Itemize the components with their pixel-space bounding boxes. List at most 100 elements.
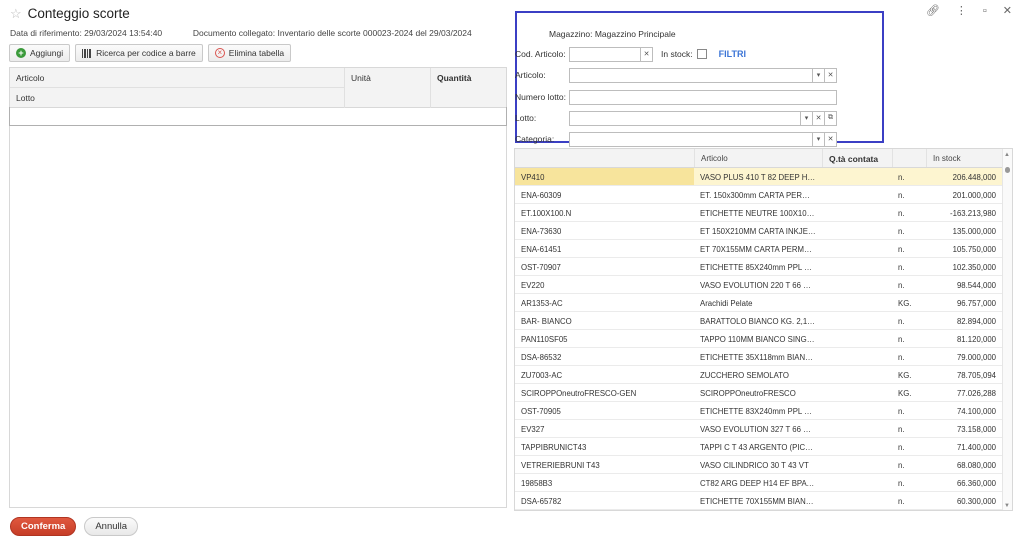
in-stock-checkbox[interactable] [696, 49, 707, 59]
confirm-button[interactable]: Conferma [10, 517, 77, 536]
row-code: ENA-60309 [521, 191, 562, 200]
cancel-button[interactable]: Annulla [84, 517, 139, 536]
row-code: ET.100X100.N [521, 209, 572, 218]
row-unit: n. [898, 461, 905, 470]
clear-icon[interactable]: ✕ [641, 46, 653, 62]
clear-table-button[interactable]: × Elimina tabella [207, 44, 292, 62]
col-lotto-header[interactable]: Lotto [10, 88, 344, 108]
row-articolo: ET. 150x300mm CARTA PERMA... [700, 191, 821, 200]
stock-table: Articolo Q.tà contata In stock VP410 VASO… [514, 148, 1013, 511]
warehouse-label: Magazzino: Magazzino Principale [549, 29, 676, 39]
lotto-filter-row: Lotto: ▾ ✕ ⧉ [515, 110, 837, 126]
open-lookup-icon[interactable]: ⧉ [825, 110, 837, 126]
row-qta-contata [822, 348, 892, 365]
row-qta-contata [822, 186, 892, 203]
row-unit: n. [898, 407, 905, 416]
table-row[interactable]: VETRERIEBRUNI T43 VASO CILINDRICO 30 T 43… [515, 456, 1012, 474]
scroll-thumb[interactable] [1005, 167, 1010, 173]
row-articolo: ETICHETTE 35X118mm BIANCO... [700, 353, 822, 362]
categoria-select[interactable] [569, 131, 813, 147]
row-in-stock: 79.000,000 [956, 353, 996, 362]
col-unita-header[interactable]: Unità [344, 68, 430, 108]
add-button[interactable]: + Aggiungi [9, 44, 71, 62]
row-code: 19858B3 [521, 479, 553, 488]
numero-lotto-input[interactable] [569, 89, 837, 105]
stock-table-body: VP410 VASO PLUS 410 T 82 DEEP H 1... n. 206… [515, 168, 1012, 510]
row-code: AR1353-AC [521, 299, 563, 308]
table-row[interactable]: EV220 VASO EVOLUTION 220 T 66 DE... n. 98.5… [515, 276, 1012, 294]
table-row[interactable]: ENA-60309 ET. 150x300mm CARTA PERMA... n. 2… [515, 186, 1012, 204]
table-row[interactable]: BAR- BIANCO BARATTOLO BIANCO KG. 2,1 G...… [515, 312, 1012, 330]
row-unit: n. [898, 317, 905, 326]
row-qta-contata [822, 312, 892, 329]
table-row[interactable]: VP410 VASO PLUS 410 T 82 DEEP H 1... n. 206… [515, 168, 1012, 186]
col-unit-header[interactable] [892, 149, 926, 167]
row-articolo: ET 150X210MM CARTA INKJET ... [700, 227, 822, 236]
row-unit: n. [898, 245, 905, 254]
row-articolo: TAPPO 110MM BIANCO SINGLE... [700, 335, 822, 344]
link-icon[interactable]: 🔗︎ [926, 6, 940, 17]
delete-icon: × [214, 48, 225, 58]
row-articolo: Arachidi Pelate [700, 299, 753, 308]
table-row[interactable]: DSA-86532 ETICHETTE 35X118mm BIANCO... n. 7… [515, 348, 1012, 366]
row-in-stock: 73.158,000 [956, 425, 996, 434]
articolo-filter-row: Articolo: ▾ ✕ [515, 67, 837, 83]
more-vertical-icon[interactable]: ⋮ [956, 6, 967, 17]
row-in-stock: -163.213,980 [950, 209, 996, 218]
dropdown-icon[interactable]: ▾ [801, 110, 813, 126]
row-articolo: VASO EVOLUTION 220 T 66 DE... [700, 281, 821, 290]
row-code: VP410 [515, 168, 694, 185]
table-row[interactable]: 19858B3 CT82 ARG DEEP H14 EF BPA 3... n. 66… [515, 474, 1012, 492]
table-row[interactable]: AR1353-AC Arachidi Pelate KG. 96.757,000 [515, 294, 1012, 312]
empty-entry-row[interactable] [9, 107, 507, 126]
col-articolo-header[interactable]: Articolo [694, 149, 822, 167]
row-in-stock: 60.300,000 [956, 497, 996, 506]
document-meta: Data di riferimento: 29/03/2024 13:54:40… [10, 28, 472, 38]
table-row[interactable]: EV327 VASO EVOLUTION 327 T 66 DE... n. 73.1… [515, 420, 1012, 438]
row-in-stock: 135.000,000 [952, 227, 996, 236]
row-in-stock: 98.544,000 [956, 281, 996, 290]
close-icon[interactable]: ✕ [1003, 6, 1012, 17]
col-code-header[interactable] [515, 149, 694, 167]
row-unit: n. [898, 191, 905, 200]
table-row[interactable]: PAN110SF05 TAPPO 110MM BIANCO SINGLE... n.… [515, 330, 1012, 348]
lotto-select[interactable] [569, 110, 801, 126]
table-row[interactable]: ENA-61451 ET 70X155MM CARTA PERMAN... n. 10… [515, 240, 1012, 258]
table-row[interactable]: ET.100X100.N ETICHETTE NEUTRE 100X100 I..… [515, 204, 1012, 222]
row-in-stock: 74.100,000 [956, 407, 996, 416]
cod-articolo-input[interactable] [569, 46, 641, 62]
scroll-up-icon[interactable]: ▲ [1004, 152, 1010, 158]
table-row[interactable]: TAPPIBRUNICT43 TAPPI C T 43 ARGENTO (PICC… [515, 438, 1012, 456]
row-unit: n. [898, 443, 905, 452]
clear-icon[interactable]: ✕ [813, 110, 825, 126]
table-row[interactable]: ENA-73630 ET 150X210MM CARTA INKJET ... n.… [515, 222, 1012, 240]
table-row[interactable]: OST-70905 ETICHETTE 83X240mm PPL BIA... n.… [515, 402, 1012, 420]
barcode-search-button[interactable]: Ricerca per codice a barre [75, 44, 203, 62]
row-qta-contata [822, 384, 892, 401]
row-unit: n. [898, 335, 905, 344]
table-row[interactable]: ZU7003-AC ZUCCHERO SEMOLATO KG. 78.705,094 [515, 366, 1012, 384]
clear-icon[interactable]: ✕ [825, 131, 837, 147]
window-controls: 🔗︎ ⋮ ▫ ✕ [926, 6, 1012, 17]
clear-icon[interactable]: ✕ [825, 67, 837, 83]
col-qta-contata-header[interactable]: Q.tà contata [822, 149, 892, 167]
row-unit: n. [898, 281, 905, 290]
restore-icon[interactable]: ▫ [983, 6, 987, 17]
table-row[interactable]: SCIROPPOneutroFRESCO-GEN SCIROPPOneutroFR… [515, 384, 1012, 402]
scroll-down-icon[interactable]: ▼ [1004, 503, 1010, 509]
filtri-link[interactable]: FILTRI [719, 49, 746, 59]
row-in-stock: 66.360,000 [956, 479, 996, 488]
scrollbar[interactable]: ▲ ▼ [1002, 149, 1012, 510]
dropdown-icon[interactable]: ▾ [813, 67, 825, 83]
row-code: OST-70905 [521, 407, 561, 416]
col-articolo-header[interactable]: Articolo [10, 68, 344, 88]
articolo-select[interactable] [569, 67, 813, 83]
table-row[interactable]: OST-70907 ETICHETTE 85X240mm PPL BIA... n.… [515, 258, 1012, 276]
col-in-stock-header[interactable]: In stock [926, 149, 1002, 167]
numero-lotto-label: Numero lotto: [515, 92, 567, 102]
dropdown-icon[interactable]: ▾ [813, 131, 825, 147]
star-icon[interactable]: ☆ [10, 7, 22, 20]
table-row[interactable]: DSA-65782 ETICHETTE 70X155MM BIANCO... n. 6… [515, 492, 1012, 510]
col-quantita-header[interactable]: Quantità [430, 68, 508, 108]
row-qta-contata [822, 276, 892, 293]
